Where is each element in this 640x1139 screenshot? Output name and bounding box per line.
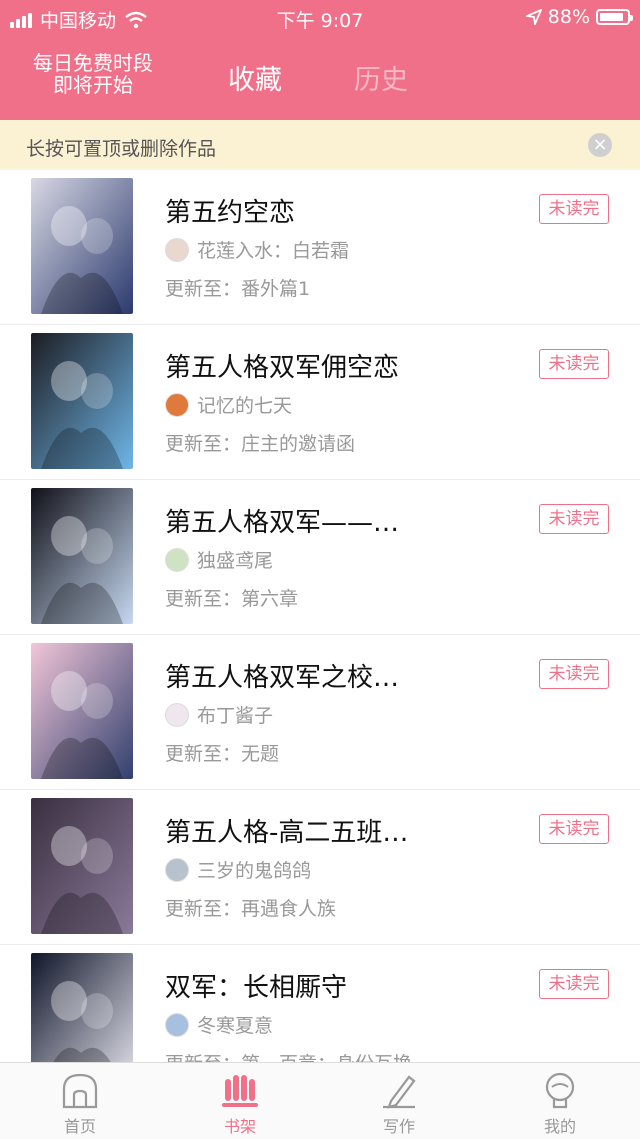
author-row: 独盛鸢尾: [165, 546, 273, 573]
unread-badge[interactable]: 未读完: [539, 659, 609, 689]
author-row: 冬寒夏意: [165, 1011, 273, 1038]
author-row: 三岁的鬼鸽鸽: [165, 856, 311, 883]
home-icon: [62, 1073, 98, 1109]
update-text: 更新至：第一百章：身份互换: [165, 1049, 412, 1062]
tab-home-label: 首页: [63, 1117, 96, 1136]
top-header: 每日免费时段 即将开始 收藏 历史: [0, 36, 640, 120]
author-row: 记忆的七天: [165, 391, 292, 418]
tab-write-label: 写作: [382, 1117, 415, 1136]
tip-banner: 长按可置顶或删除作品 ×: [0, 120, 640, 170]
author-name: 冬寒夏意: [197, 1015, 274, 1037]
book-title: 第五人格双军之校…: [165, 663, 400, 693]
author-name: 花莲入水：白若霜: [197, 240, 350, 262]
author-name: 三岁的鬼鸽鸽: [197, 860, 312, 882]
list-item[interactable]: 双军：长相厮守 冬寒夏意 更新至：第一百章：身份互换 未读完: [0, 945, 640, 1062]
cover-image: [31, 488, 133, 624]
pencil-icon: [383, 1075, 416, 1109]
tip-text: 长按可置顶或删除作品: [26, 138, 217, 160]
unread-badge[interactable]: 未读完: [539, 194, 609, 224]
list-item[interactable]: 第五约空恋 花莲入水：白若霜 更新至：番外篇1 未读完: [0, 170, 640, 325]
cover-image: [31, 798, 133, 934]
list-item[interactable]: 第五人格双军佣空恋 记忆的七天 更新至：庄主的邀请函 未读完: [0, 325, 640, 480]
battery-percent: 88%: [547, 6, 590, 28]
book-title: 第五人格双军——…: [165, 508, 400, 538]
update-text: 更新至：无题: [165, 743, 280, 765]
bookshelf-icon: [222, 1075, 258, 1107]
avatar: [165, 1012, 189, 1037]
cover-image: [31, 953, 133, 1062]
list-item[interactable]: 第五人格双军——… 独盛鸢尾 更新至：第六章 未读完: [0, 480, 640, 635]
cover-image: [31, 643, 133, 779]
tab-history[interactable]: 历史: [354, 58, 408, 97]
author-row: 花莲入水：白若霜: [165, 236, 349, 263]
cover-image: [31, 333, 133, 469]
list-item[interactable]: 第五人格-高二五班… 三岁的鬼鸽鸽 更新至：再遇食人族 未读完: [0, 790, 640, 945]
tab-mine[interactable]: 我的: [515, 1071, 605, 1137]
tab-shelf[interactable]: 书架: [195, 1071, 285, 1137]
book-title: 双军：长相厮守: [165, 973, 348, 1003]
close-icon[interactable]: ×: [588, 133, 612, 157]
status-bar: 中国移动 下午 9:07 88%: [0, 0, 640, 36]
author-name: 记忆的七天: [197, 395, 293, 417]
profile-icon: [545, 1072, 575, 1109]
unread-badge[interactable]: 未读完: [539, 349, 609, 379]
tab-mine-label: 我的: [543, 1117, 576, 1136]
free-slot-button[interactable]: 每日免费时段 即将开始: [18, 52, 168, 96]
unread-badge[interactable]: 未读完: [539, 814, 609, 844]
list-item[interactable]: 第五人格双军之校… 布丁酱子 更新至：无题 未读完: [0, 635, 640, 790]
avatar: [165, 857, 189, 882]
tab-write[interactable]: 写作: [354, 1071, 444, 1137]
free-slot-line2: 即将开始: [53, 73, 133, 97]
tab-home[interactable]: 首页: [35, 1071, 125, 1137]
avatar: [165, 702, 189, 727]
author-name: 布丁酱子: [197, 705, 274, 727]
update-text: 更新至：番外篇1: [165, 278, 311, 300]
unread-badge[interactable]: 未读完: [539, 969, 609, 999]
unread-badge[interactable]: 未读完: [539, 504, 609, 534]
tab-favorites[interactable]: 收藏: [228, 58, 282, 97]
tab-shelf-label: 书架: [223, 1117, 256, 1136]
update-text: 更新至：再遇食人族: [165, 898, 337, 920]
book-title: 第五约空恋: [165, 198, 296, 228]
avatar: [165, 547, 189, 572]
author-row: 布丁酱子: [165, 701, 273, 728]
battery-icon: [596, 9, 633, 25]
bookshelf-list: 第五约空恋 花莲入水：白若霜 更新至：番外篇1 未读完 第五人格双军佣空恋 记忆…: [0, 170, 640, 1062]
book-title: 第五人格双军佣空恋: [165, 353, 400, 383]
author-name: 独盛鸢尾: [197, 550, 274, 572]
location-icon: [525, 9, 542, 25]
bottom-tab-bar: 首页 书架 写作 我的: [0, 1062, 640, 1139]
free-slot-line1: 每日免费时段: [33, 51, 153, 75]
update-text: 更新至：庄主的邀请函: [165, 433, 356, 455]
book-title: 第五人格-高二五班…: [165, 818, 409, 848]
avatar: [165, 237, 189, 262]
avatar: [165, 392, 189, 417]
cover-image: [31, 178, 133, 314]
update-text: 更新至：第六章: [165, 588, 299, 610]
